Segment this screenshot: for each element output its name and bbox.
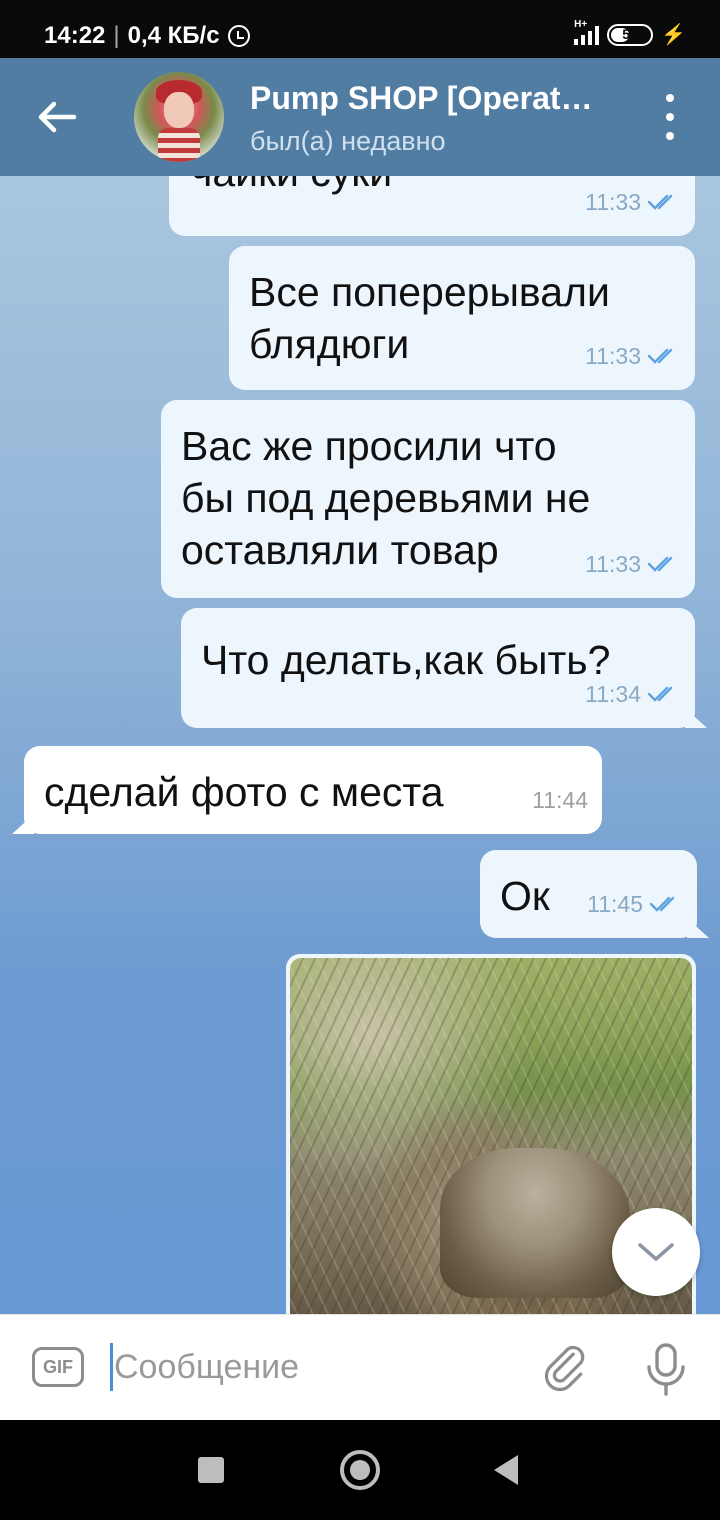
arrow-left-icon	[38, 101, 77, 133]
message-time: 11:33	[585, 551, 641, 577]
message-meta: 11:44	[532, 774, 588, 826]
message-text-line: чайки суки	[191, 176, 392, 198]
status-time: 14:22	[44, 22, 106, 49]
bubble-tail	[12, 814, 34, 834]
message-meta: 11:45	[587, 878, 683, 930]
chat-title[interactable]: Pump SHOP [Operat…	[250, 80, 630, 117]
message-text-line: Ок	[500, 873, 550, 919]
status-bar: 14:22 | 0,4 КБ/с H+ 52 ⚡	[0, 0, 720, 58]
message-bubble-outgoing[interactable]: чайки суки 11:33	[169, 176, 695, 236]
message-text-line: Что делать,как быть?	[201, 637, 611, 683]
message-text-line: сделай фото с места	[44, 769, 444, 815]
home-button[interactable]	[340, 1450, 380, 1490]
battery-level: 52	[622, 25, 638, 42]
gif-button[interactable]: GIF	[32, 1347, 84, 1387]
message-time: 11:33	[585, 343, 641, 369]
status-separator: |	[113, 22, 120, 49]
battery-icon: 52	[607, 23, 654, 46]
message-text-line: Вас же просили что	[181, 423, 557, 469]
double-check-icon	[647, 348, 673, 364]
message-bubble-incoming[interactable]: сделай фото с места 11:44	[12, 746, 602, 834]
attach-button[interactable]	[542, 1343, 594, 1395]
double-check-icon	[647, 194, 673, 210]
signal-icon: H+	[574, 19, 600, 45]
message-input[interactable]	[114, 1339, 514, 1395]
message-time: 11:34	[585, 681, 641, 707]
bubble-tail	[687, 918, 709, 938]
message-bubble-outgoing[interactable]: Все поперерывали блядюги 11:33	[229, 246, 695, 390]
more-menu-button[interactable]	[650, 94, 690, 140]
message-list[interactable]: чайки суки 11:33 Все поперерывали блядюг…	[0, 176, 720, 1314]
charging-icon: ⚡	[661, 24, 686, 46]
double-check-icon	[649, 896, 675, 912]
message-meta: 11:33	[585, 176, 681, 228]
back-button[interactable]	[30, 90, 84, 144]
message-time: 11:45	[587, 891, 643, 917]
message-bubble-outgoing[interactable]: Что делать,как быть? 11:34	[181, 608, 707, 728]
recents-button[interactable]	[198, 1457, 224, 1483]
message-bubble-outgoing[interactable]: Ок 11:45	[480, 850, 709, 938]
status-right: H+ 52 ⚡	[574, 19, 686, 47]
microphone-button[interactable]	[640, 1341, 692, 1397]
message-text-line: бы под деревьями не	[181, 475, 591, 521]
scroll-down-button[interactable]	[612, 1208, 700, 1296]
message-meta: 11:33	[585, 330, 681, 382]
message-input-bar: GIF	[0, 1314, 720, 1420]
chat-header: Pump SHOP [Operat… был(а) недавно	[0, 58, 720, 176]
message-meta: 11:33	[585, 538, 681, 590]
message-text-line: блядюги	[249, 321, 410, 367]
chat-status: был(а) недавно	[250, 126, 446, 156]
network-type: H+	[574, 18, 588, 30]
bubble-tail	[685, 708, 707, 728]
paperclip-icon	[544, 1346, 585, 1392]
message-meta: 11:34	[585, 668, 681, 720]
dot-icon	[666, 132, 674, 140]
message-time: 11:44	[532, 787, 588, 813]
chevron-down-icon	[638, 1243, 674, 1261]
system-nav-bar	[0, 1420, 720, 1520]
avatar[interactable]	[134, 72, 224, 162]
status-left: 14:22 | 0,4 КБ/с	[44, 22, 250, 50]
message-bubble-outgoing[interactable]: Вас же просили что бы под деревьями не о…	[161, 400, 695, 598]
double-check-icon	[647, 686, 673, 702]
message-text-line: Все поперерывали	[249, 269, 610, 315]
microphone-icon	[647, 1343, 685, 1396]
dot-icon	[666, 113, 674, 121]
message-text-line: оставляли товар	[181, 527, 499, 573]
alarm-icon	[227, 25, 250, 47]
dot-icon	[666, 94, 674, 102]
network-speed: 0,4 КБ/с	[127, 22, 220, 49]
double-check-icon	[647, 556, 673, 572]
text-caret	[110, 1343, 113, 1391]
message-time: 11:33	[585, 189, 641, 215]
back-nav-button[interactable]	[494, 1455, 518, 1485]
